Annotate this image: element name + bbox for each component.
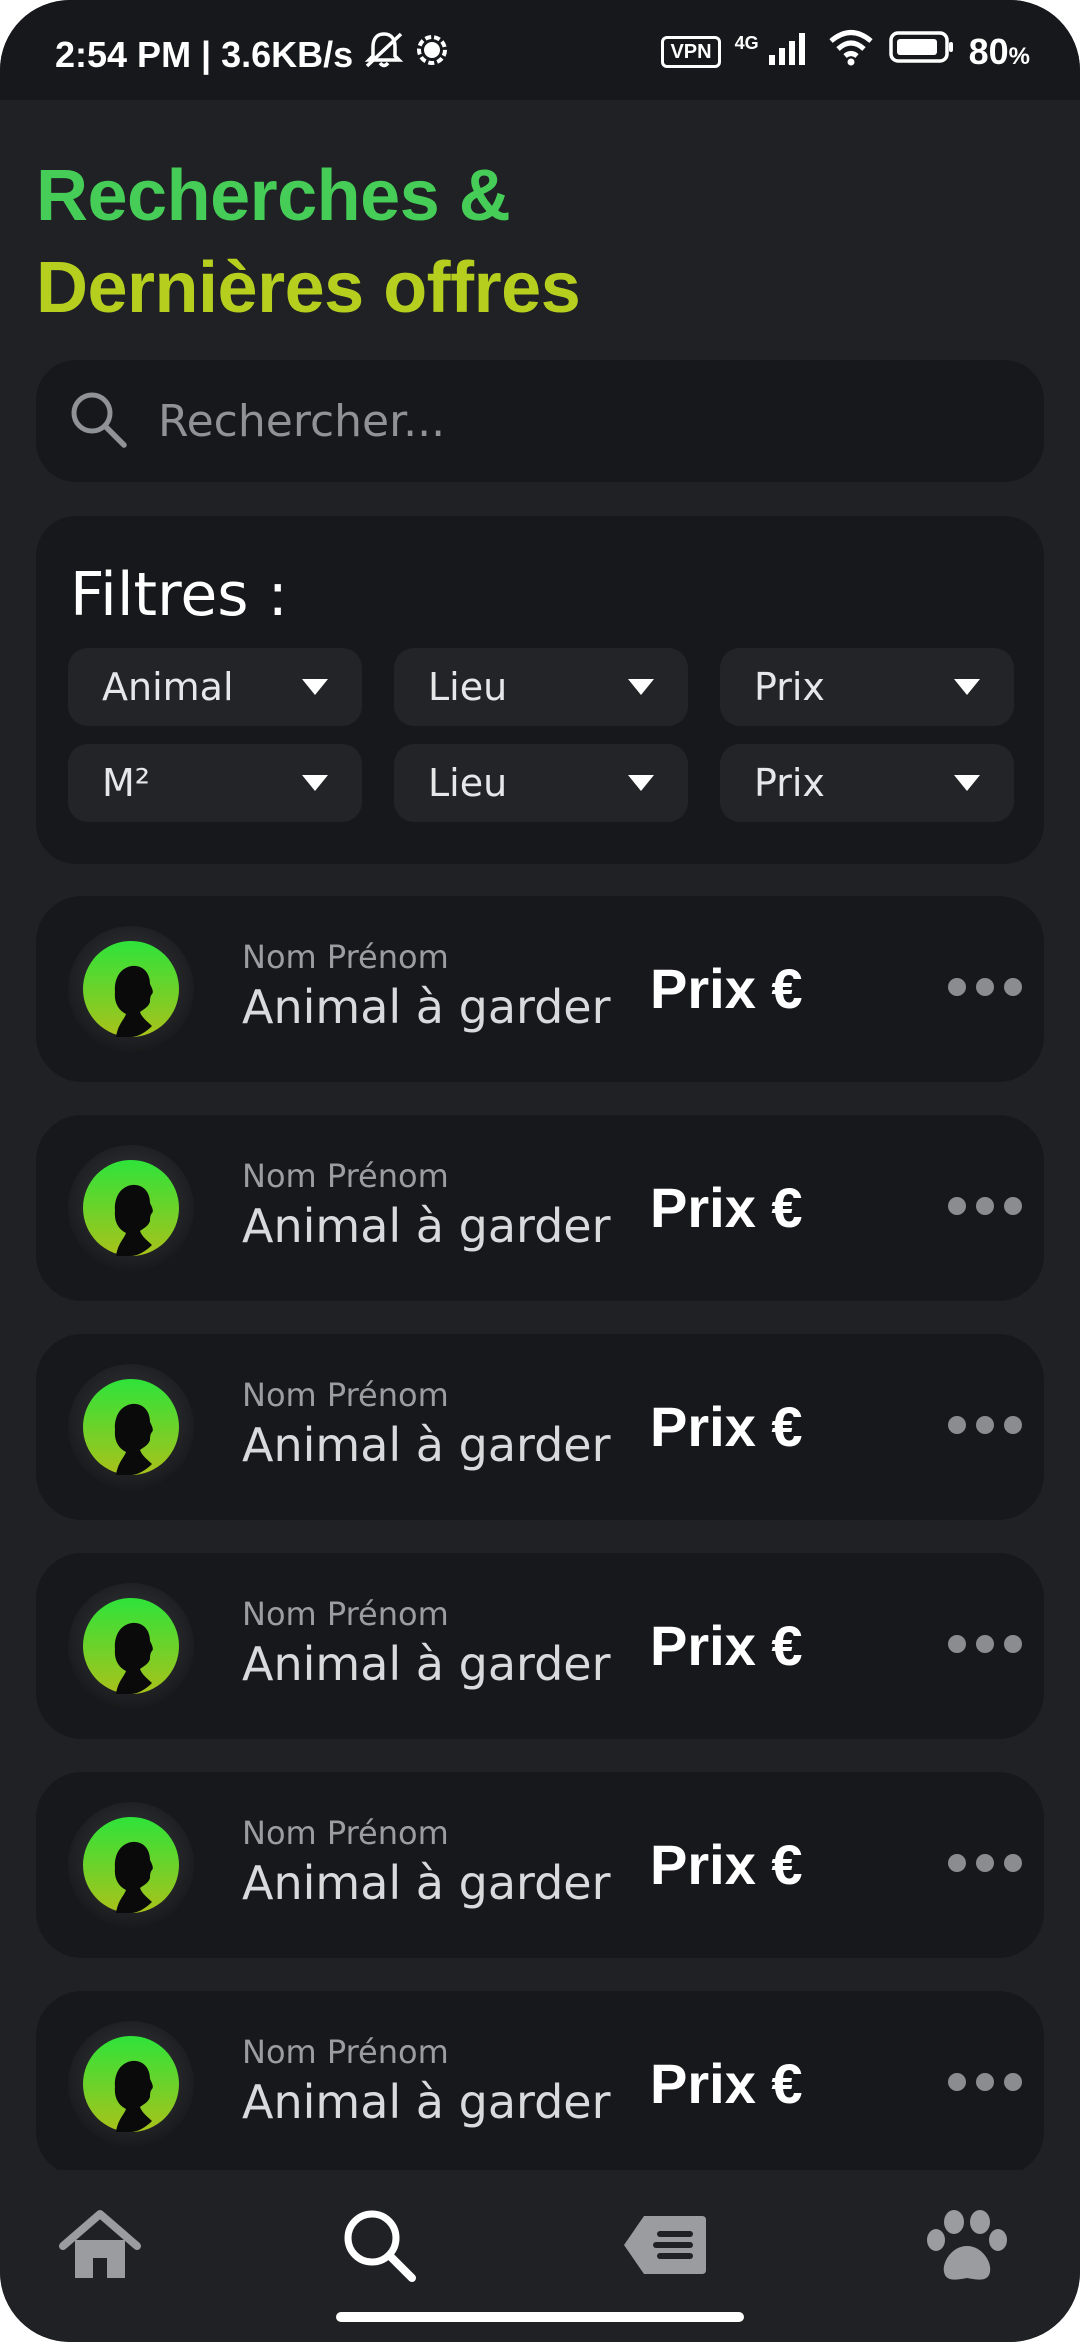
filter-label: Animal bbox=[102, 665, 234, 709]
filter-prix-2-dropdown[interactable]: Prix bbox=[720, 744, 1014, 822]
animal-label: Animal à garder bbox=[242, 1856, 611, 1910]
avatar bbox=[68, 1802, 194, 1928]
network-type: 4G bbox=[734, 33, 759, 53]
nav-offers-button[interactable] bbox=[620, 2200, 710, 2290]
owner-name: Nom Prénom bbox=[242, 1595, 449, 1633]
price-label: Prix € bbox=[650, 2052, 803, 2115]
filter-prix-dropdown[interactable]: Prix bbox=[720, 648, 1014, 726]
filter-lieu-2-dropdown[interactable]: Lieu bbox=[394, 744, 688, 822]
list-item[interactable]: Nom Prénom Animal à garder Prix € bbox=[36, 1991, 1044, 2177]
paw-icon bbox=[922, 2210, 1012, 2294]
owner-name: Nom Prénom bbox=[242, 1376, 449, 1414]
filter-label: M² bbox=[102, 761, 151, 805]
filter-label: Lieu bbox=[428, 761, 508, 805]
list-item[interactable]: Nom Prénom Animal à garder Prix € bbox=[36, 1553, 1044, 1739]
animal-label: Animal à garder bbox=[242, 1418, 611, 1472]
status-right: VPN 4G 80% bbox=[661, 28, 1030, 75]
caret-down-icon bbox=[954, 775, 980, 791]
filters-panel: Filtres : Animal Lieu Prix M² Lieu Prix bbox=[36, 516, 1044, 864]
search-icon bbox=[66, 387, 156, 455]
filter-label: Lieu bbox=[428, 665, 508, 709]
more-options-icon[interactable] bbox=[948, 978, 1022, 996]
filter-grid: Animal Lieu Prix M² Lieu Prix bbox=[68, 648, 1014, 822]
more-options-icon[interactable] bbox=[948, 1197, 1022, 1215]
status-left: 2:54 PM | 3.6KB/s bbox=[55, 30, 449, 79]
avatar bbox=[68, 1583, 194, 1709]
caret-down-icon bbox=[628, 775, 654, 791]
owner-name: Nom Prénom bbox=[242, 1157, 449, 1195]
caret-down-icon bbox=[302, 775, 328, 791]
list-item[interactable]: Nom Prénom Animal à garder Prix € bbox=[36, 1334, 1044, 1520]
avatar bbox=[68, 926, 194, 1052]
battery-value: 80 bbox=[968, 30, 1009, 72]
animal-label: Animal à garder bbox=[242, 1637, 611, 1691]
filter-lieu-dropdown[interactable]: Lieu bbox=[394, 648, 688, 726]
price-label: Prix € bbox=[650, 1176, 803, 1239]
more-options-icon[interactable] bbox=[948, 1854, 1022, 1872]
avatar bbox=[68, 1145, 194, 1271]
nav-home-button[interactable] bbox=[55, 2200, 145, 2290]
phone-screen: 2:54 PM | 3.6KB/s VPN 4G 80% Recherches … bbox=[0, 0, 1080, 2342]
nav-pets-button[interactable] bbox=[922, 2200, 1012, 2290]
title-line-2: Dernières offres bbox=[36, 248, 581, 328]
filter-label: Prix bbox=[754, 665, 825, 709]
search-icon bbox=[334, 2210, 424, 2294]
status-bar: 2:54 PM | 3.6KB/s VPN 4G 80% bbox=[0, 0, 1080, 100]
more-options-icon[interactable] bbox=[948, 2073, 1022, 2091]
nav-search-button[interactable] bbox=[334, 2200, 424, 2290]
wifi-icon bbox=[827, 28, 875, 75]
animal-label: Animal à garder bbox=[242, 980, 611, 1034]
caret-down-icon bbox=[954, 679, 980, 695]
price-label: Prix € bbox=[650, 1395, 803, 1458]
filter-surface-dropdown[interactable]: M² bbox=[68, 744, 362, 822]
list-item[interactable]: Nom Prénom Animal à garder Prix € bbox=[36, 1772, 1044, 1958]
avatar bbox=[68, 2021, 194, 2147]
home-indicator[interactable] bbox=[336, 2312, 744, 2322]
signal-icon bbox=[767, 29, 813, 74]
search-input[interactable] bbox=[156, 394, 956, 448]
owner-name: Nom Prénom bbox=[242, 1814, 449, 1852]
search-bar[interactable] bbox=[36, 360, 1044, 482]
battery-icon bbox=[888, 30, 955, 73]
battery-unit: % bbox=[1008, 42, 1030, 70]
filters-title: Filtres : bbox=[70, 560, 288, 630]
caret-down-icon bbox=[628, 679, 654, 695]
page-title: Recherches & Dernières offres bbox=[36, 150, 581, 334]
mute-icon bbox=[363, 30, 405, 79]
owner-name: Nom Prénom bbox=[242, 938, 449, 976]
offers-tag-icon bbox=[620, 2216, 710, 2294]
filter-label: Prix bbox=[754, 761, 825, 805]
list-item[interactable]: Nom Prénom Animal à garder Prix € bbox=[36, 1115, 1044, 1301]
animal-label: Animal à garder bbox=[242, 2075, 611, 2129]
price-label: Prix € bbox=[650, 957, 803, 1020]
more-options-icon[interactable] bbox=[948, 1416, 1022, 1434]
caret-down-icon bbox=[302, 679, 328, 695]
price-label: Prix € bbox=[650, 1614, 803, 1677]
more-options-icon[interactable] bbox=[948, 1635, 1022, 1653]
filter-animal-dropdown[interactable]: Animal bbox=[68, 648, 362, 726]
status-time: 2:54 PM | 3.6KB/s bbox=[55, 33, 354, 75]
avatar bbox=[68, 1364, 194, 1490]
animal-label: Animal à garder bbox=[242, 1199, 611, 1253]
owner-name: Nom Prénom bbox=[242, 2033, 449, 2071]
list-item[interactable]: Nom Prénom Animal à garder Prix € bbox=[36, 896, 1044, 1082]
price-label: Prix € bbox=[650, 1833, 803, 1896]
messenger-icon bbox=[415, 33, 449, 76]
home-icon bbox=[55, 2210, 145, 2294]
title-line-1: Recherches & bbox=[36, 156, 511, 236]
battery-percent: 80% bbox=[969, 31, 1030, 73]
vpn-badge: VPN bbox=[661, 35, 721, 68]
